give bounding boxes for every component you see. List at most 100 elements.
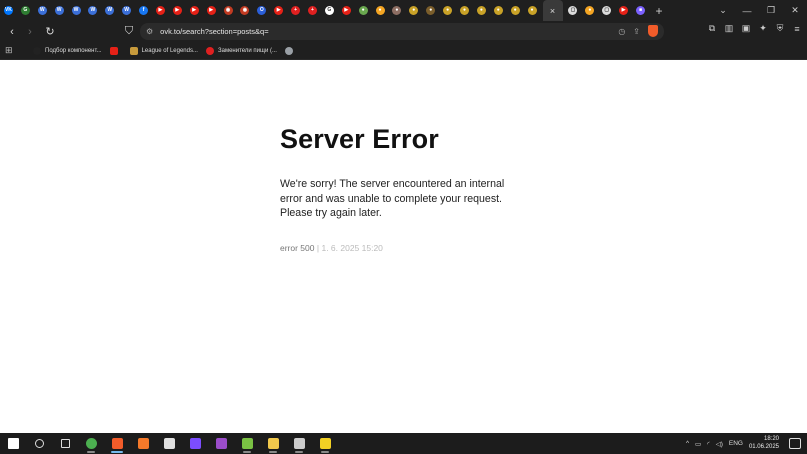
forward-button[interactable]: › [22,24,38,40]
battery-icon[interactable]: ▭ [695,440,701,448]
tab-24[interactable]: ● [405,0,422,21]
tab-search-chevron-icon[interactable]: ⌄ [711,5,735,16]
youtube-icon: ▶ [172,6,182,15]
brave-shields-icon[interactable] [648,25,658,37]
tab-21[interactable]: ● [355,0,372,21]
tab-23[interactable]: ● [388,0,405,21]
tab-7[interactable]: W [118,0,135,21]
tab-active-ovk[interactable]: × [542,0,563,21]
round-icon: ● [392,6,402,15]
close-window-button[interactable]: ✕ [783,5,807,16]
taskbar-app-4[interactable] [104,433,130,454]
tab-20[interactable]: ▶ [338,0,355,21]
bookmark-list: Подбор компонент... League of Legends... З… [25,46,297,55]
address-bar[interactable]: ⚙ ovk.to/search?section=posts&q= ◷ ⇪ [140,23,664,40]
leo-ai-icon[interactable]: ✦ [757,23,769,34]
clock-time: 18:20 [763,436,779,442]
tab-after-1[interactable]: ● [581,0,598,21]
google-icon: G [324,6,334,15]
tab-after-4[interactable]: ■ [632,0,649,21]
taskbar-app-3[interactable] [78,433,104,454]
language-indicator[interactable]: ENG [729,440,743,447]
tab-19[interactable]: G [321,0,338,21]
menu-icon[interactable]: ≡ [791,24,803,34]
tab-17[interactable]: + [287,0,304,21]
taskbar-app-11[interactable] [286,433,312,454]
wifi-icon[interactable]: ◜ [707,440,710,448]
tab-1[interactable]: G [17,0,34,21]
error-message: We're sorry! The server encountered an i… [280,178,505,219]
vpn-icon[interactable]: ⛨ [774,23,786,34]
tab-14[interactable]: ◉ [236,0,253,21]
bookmark-item[interactable] [109,46,122,55]
tab-22[interactable]: ● [372,0,389,21]
taskbar-app-0[interactable] [0,433,26,454]
minimize-button[interactable]: — [735,6,759,16]
tab-after-3[interactable]: ▶ [615,0,632,21]
bookmark-item[interactable] [284,46,297,55]
tab-4[interactable]: W [68,0,85,21]
tab-29[interactable]: ● [490,0,507,21]
taskbar-app-2[interactable] [52,433,78,454]
new-tab-button[interactable]: + [652,4,666,18]
tray-overflow-icon[interactable]: ^ [686,440,689,447]
tab-31[interactable]: ● [524,0,541,21]
plus-red-icon: + [307,6,317,15]
sidebar-icon[interactable]: ▥ [723,23,735,34]
taskbar-app-1[interactable] [26,433,52,454]
taskbar-app-8[interactable] [208,433,234,454]
bookmark-item[interactable]: Заменители пищи (... [205,46,277,55]
tab-13[interactable]: ◉ [220,0,237,21]
taskbar-app-10[interactable] [260,433,286,454]
close-tab-icon[interactable]: × [550,6,555,16]
tab-15[interactable]: O [253,0,270,21]
tab-26[interactable]: ● [439,0,456,21]
taskbar-app-5[interactable] [130,433,156,454]
url-text[interactable]: ovk.to/search?section=posts&q= [160,27,268,36]
taskbar-app-9[interactable] [234,433,260,454]
tab-8[interactable]: f [135,0,152,21]
wallet-icon[interactable]: ▣ [740,23,752,34]
notification-center-icon[interactable] [789,438,801,449]
tab-after-0[interactable]: ▢ [565,0,582,21]
clock[interactable]: 18:20 01.06.2025 [749,436,779,451]
back-button[interactable]: ‹ [4,24,20,40]
tab-after-2[interactable]: ▢ [598,0,615,21]
taskbar-app-7[interactable] [182,433,208,454]
extensions-icon[interactable]: ⧉ [706,23,718,34]
tab-10[interactable]: ▶ [169,0,186,21]
taskbar-app-6[interactable] [156,433,182,454]
reload-button[interactable]: ↻ [42,24,58,40]
opera-icon: O [257,6,267,15]
taskbar-app-12[interactable] [312,433,338,454]
window-controls: ⌄ — ❐ ✕ [711,0,807,21]
browser-toolbar: ‹ › ↻ ⛉ ⚙ ovk.to/search?section=posts&q=… [0,21,807,42]
youtube-icon [109,46,118,55]
apps-grid-icon[interactable]: ⊞ [5,45,25,56]
tab-16[interactable]: ▶ [270,0,287,21]
tab-25[interactable]: ● [422,0,439,21]
tab-2[interactable]: W [34,0,51,21]
tab-11[interactable]: ▶ [186,0,203,21]
bookmark-item[interactable]: Подбор компонент... [33,46,102,55]
share-icon[interactable]: ⇪ [633,27,640,36]
tab-18[interactable]: + [304,0,321,21]
w-icon: W [71,6,81,15]
bookmark-page-button[interactable]: ⛉ [121,24,137,40]
volume-icon[interactable]: ◁) [716,440,723,448]
history-icon[interactable]: ◷ [618,27,625,36]
tab-6[interactable]: W [101,0,118,21]
tab-3[interactable]: W [51,0,68,21]
system-tray: ^ ▭ ◜ ◁) ENG 18:20 01.06.2025 [686,433,807,454]
tab-28[interactable]: ● [473,0,490,21]
tab-9[interactable]: ▶ [152,0,169,21]
tab-5[interactable]: W [84,0,101,21]
bookmark-item[interactable]: League of Legends... [129,46,198,55]
site-settings-icon[interactable]: ⚙ [146,27,153,36]
tab-30[interactable]: ● [507,0,524,21]
tab-12[interactable]: ▶ [203,0,220,21]
tab-27[interactable]: ● [456,0,473,21]
tab-0[interactable]: VK [0,0,17,21]
maximize-button[interactable]: ❐ [759,5,783,16]
globe-icon [284,46,293,55]
